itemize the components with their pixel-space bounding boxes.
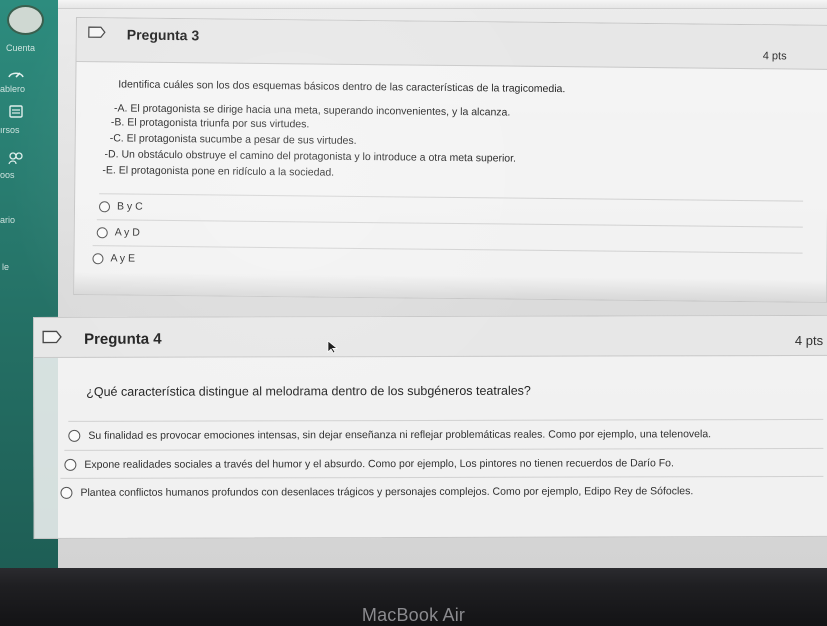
statement-d: -D. Un obstáculo obstruye el camino del …: [104, 148, 517, 165]
sidebar-logo: [7, 5, 44, 35]
mouse-pointer-icon: [327, 340, 339, 354]
question-prompt: Identifica cuáles son los dos esquemas b…: [118, 78, 566, 96]
statement-b: -B. El protagonista triunfa por sus virt…: [110, 116, 310, 131]
sidebar-item-dashboard-label: ablero: [0, 84, 26, 94]
statement-e: -E. El protagonista pone en ridículo a l…: [102, 164, 335, 179]
groups-icon: [4, 148, 28, 168]
canvas-screen: Cuenta ablero ırsos oos ario le Pregunta…: [0, 0, 827, 568]
device-brand-label: MacBook Air: [361, 605, 466, 625]
answer-label: Plantea conflictos humanos profundos con…: [80, 485, 694, 499]
top-page-strip: [58, 0, 827, 9]
question-title: Pregunta 3: [126, 26, 200, 44]
sidebar-item-groups-label: oos: [0, 170, 15, 180]
question-card-3: Pregunta 3 4 pts Identifica cuáles son l…: [73, 17, 827, 303]
answer-option[interactable]: Expone realidades sociales a través del …: [64, 447, 824, 479]
answer-label: B y C: [116, 200, 143, 213]
question-title: Pregunta 4: [84, 330, 162, 348]
question-header-3: Pregunta 3 4 pts: [76, 18, 827, 70]
answer-label: Su finalidad es provocar emociones inten…: [88, 428, 712, 442]
radio-button[interactable]: [68, 429, 81, 442]
radio-button[interactable]: [64, 458, 77, 471]
question-header-4: Pregunta 4 4 pts: [34, 315, 827, 358]
answer-label: A y E: [110, 252, 136, 265]
courses-icon: [4, 102, 28, 122]
radio-button[interactable]: [60, 486, 73, 499]
flag-question-icon[interactable]: [88, 26, 106, 38]
radio-button[interactable]: [92, 252, 104, 264]
question-card-4: Pregunta 4 4 pts ¿Qué característica dis…: [33, 314, 827, 539]
answer-label: A y D: [114, 226, 140, 239]
radio-button[interactable]: [98, 200, 111, 212]
question-points: 4 pts: [762, 50, 787, 63]
answer-option[interactable]: Su finalidad es provocar emociones inten…: [68, 418, 824, 450]
sidebar-item-account-label: Cuenta: [6, 43, 36, 53]
sidebar-item-calendar-label: ario: [0, 215, 16, 225]
answer-label: Expone realidades sociales a través del …: [84, 457, 674, 471]
question-prompt: ¿Qué característica distingue al melodra…: [86, 383, 531, 399]
flag-question-icon[interactable]: [42, 330, 62, 344]
sidebar-item-inbox-label: le: [2, 262, 10, 272]
sidebar-item-courses-label: ırsos: [0, 125, 20, 135]
question-points: 4 pts: [794, 332, 824, 349]
radio-button[interactable]: [96, 226, 108, 238]
statement-c: -C. El protagonista sucumbe a pesar de s…: [109, 132, 357, 147]
dashboard-icon: [4, 64, 28, 84]
laptop-bezel: MacBook Air: [0, 568, 827, 626]
answer-option[interactable]: Plantea conflictos humanos profundos con…: [60, 475, 824, 507]
